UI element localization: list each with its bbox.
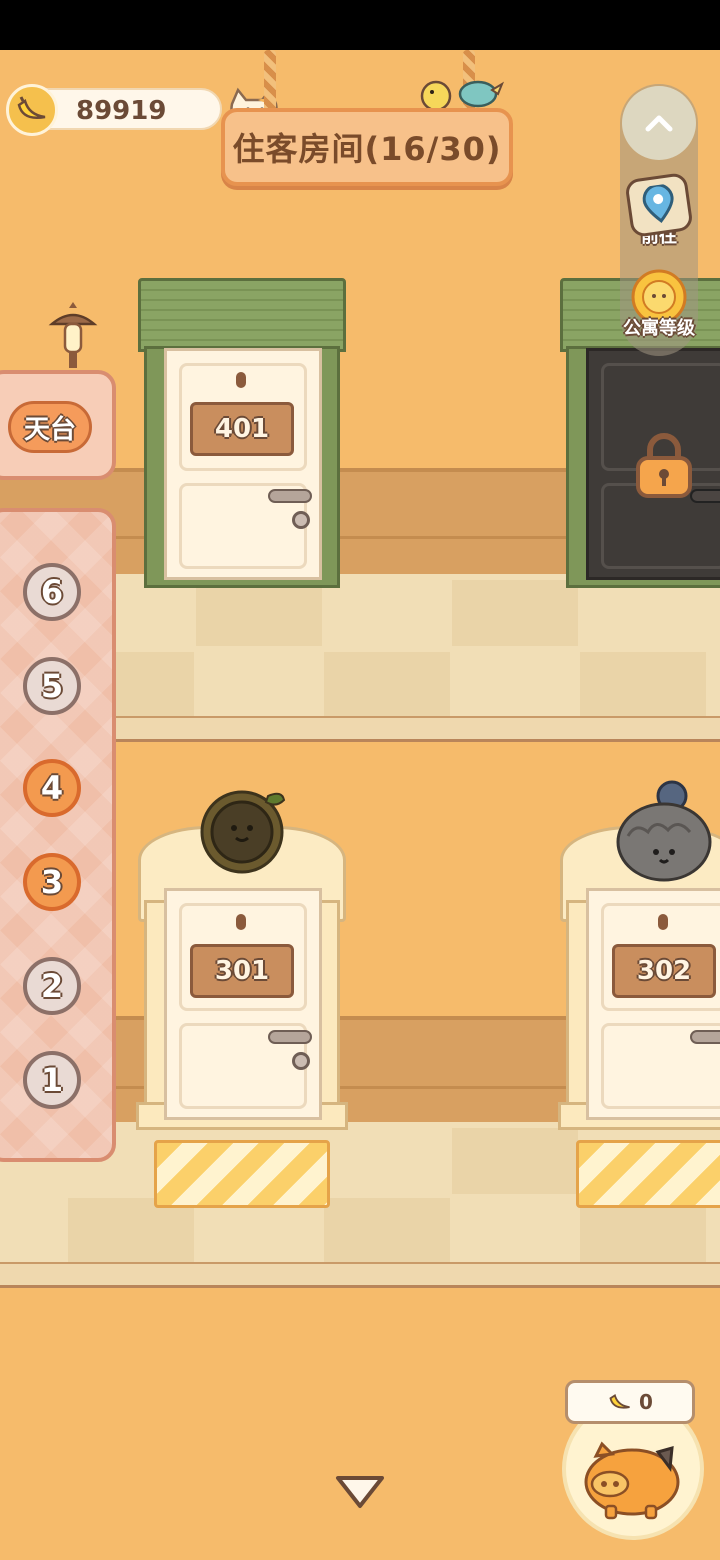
door-handle-icon [268,1030,312,1044]
floor-button-6[interactable]: 6 [23,563,81,621]
floor-button-5[interactable]: 5 [23,657,81,715]
currency-display: 89919 [6,84,222,136]
sunflower-icon[interactable] [198,786,290,876]
room-plaque-401: 401 [190,402,294,456]
collapse-menu-button[interactable] [622,86,696,160]
floor-button-1[interactable]: 1 [23,1051,81,1109]
room-number-401: 401 [214,414,270,444]
room-door-302[interactable] [586,888,720,1120]
grey-cloud-pet-icon[interactable] [614,778,714,882]
floor-button-3[interactable]: 3 [23,853,81,911]
door-handle-icon [268,489,312,503]
door-lock-knob-icon [292,511,310,529]
room-number-301: 301 [214,956,270,986]
apartment-level-label: 公寓等级 [623,318,695,339]
floor-button-2[interactable]: 2 [23,957,81,1015]
piggy-bank-balance: 0 [565,1380,695,1424]
scroll-down-button[interactable] [334,1472,386,1512]
room-plaque-302: 302 [612,944,716,998]
padlock-icon[interactable] [634,430,694,498]
triangle-down-icon [336,1476,384,1508]
door-lock-knob-icon [292,1052,310,1070]
doormat-301 [154,1140,330,1208]
banana-icon [609,1393,630,1409]
goto-button[interactable]: 前往 [613,171,705,248]
status-bar [0,0,720,50]
page-title: 住客房间(16/30) [232,130,502,168]
apartment-level-button[interactable]: 公寓等级 [613,268,705,340]
room-plaque-301: 301 [190,944,294,998]
currency-amount: 89919 [76,96,167,126]
chevron-up-icon [645,115,673,132]
rooftop-button[interactable]: 天台 [8,401,92,453]
lamp-icon [46,300,100,370]
door-frame-top-401 [138,278,346,352]
baseboard-lower [0,1262,720,1288]
banana-icon [6,84,58,136]
sign-rope-left [264,50,276,112]
doormat-302 [576,1140,720,1208]
map-pin-icon [642,183,674,223]
room-number-302: 302 [636,956,692,986]
floor-button-4[interactable]: 4 [23,759,81,817]
page-title-sign: 住客房间(16/30) [221,108,513,186]
piggy-bank-value: 0 [639,1390,653,1414]
